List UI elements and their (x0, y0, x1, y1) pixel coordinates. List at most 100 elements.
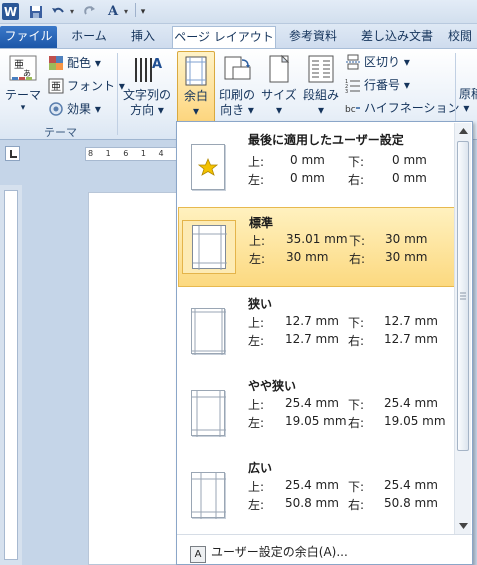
columns-label: 段組み (302, 88, 339, 102)
size-icon (264, 54, 294, 86)
right-label: 右: (348, 334, 365, 348)
manuscript-button[interactable]: 原稿 (459, 87, 477, 102)
horizontal-ruler[interactable]: 8 1 6 1 4 (85, 147, 177, 161)
tab-mailings[interactable]: 差し込み文書 (352, 26, 442, 48)
text-direction-label-1: 文字列の (122, 88, 171, 102)
tab-review[interactable]: 校閲 (448, 26, 477, 48)
right-value: 30 mm (385, 250, 428, 264)
bottom-label: 下: (348, 316, 365, 330)
line-numbers-label: 行番号 ▾ (364, 78, 410, 92)
bottom-value: 0 mm (392, 153, 427, 167)
columns-dropdown-icon: ▾ (317, 103, 325, 117)
qa-divider (135, 3, 136, 17)
line-numbers-button[interactable]: 123 行番号 ▾ (345, 75, 410, 95)
right-value: 50.8 mm (384, 496, 438, 510)
columns-button[interactable]: 段組み ▾ (301, 54, 341, 118)
undo-dropdown-icon[interactable]: ▾ (68, 3, 76, 20)
scroll-down-icon[interactable] (456, 519, 470, 533)
right-value: 12.7 mm (384, 332, 438, 346)
top-label: 上: (248, 480, 265, 494)
margin-preset-narrow[interactable]: 狭い 上: 12.7 mm 下: 12.7 mm 左: 12.7 mm 右: 1… (178, 289, 455, 369)
margin-preset-moderate[interactable]: やや狭い 上: 25.4 mm 下: 25.4 mm 左: 19.05 mm 右… (178, 371, 455, 451)
margin-preset-last-custom[interactable]: 最後に適用したユーザー設定 上: 0 mm 下: 0 mm 左: 0 mm 右:… (178, 125, 455, 205)
preset-title: 最後に適用したユーザー設定 (248, 133, 404, 147)
left-value: 0 mm (290, 171, 325, 185)
text-direction-button[interactable]: A 文字列の 方向 ▾ (121, 54, 173, 118)
tab-home[interactable]: ホーム (64, 26, 114, 48)
colors-button[interactable]: 配色 ▾ (48, 53, 101, 73)
fonts-icon: 亜 (48, 78, 64, 94)
svg-text:3: 3 (345, 89, 348, 93)
bottom-value: 12.7 mm (384, 314, 438, 328)
format-icon[interactable]: A (104, 3, 122, 20)
top-label: 上: (249, 234, 266, 248)
top-value: 35.01 mm (286, 232, 348, 246)
scroll-up-icon[interactable] (456, 124, 470, 138)
bottom-label: 下: (348, 480, 365, 494)
page-preview-icon (191, 308, 226, 355)
effects-button[interactable]: 効果 ▾ (48, 99, 101, 119)
group-separator (117, 53, 118, 135)
dropdown-scrollbar[interactable] (454, 123, 471, 534)
margins-label: 余白 (183, 89, 208, 103)
columns-icon (306, 54, 336, 86)
line-numbers-icon: 123 (345, 77, 361, 95)
tab-page-layout[interactable]: ページ レイアウト (172, 26, 276, 48)
document-page[interactable] (88, 192, 180, 565)
tab-insert[interactable]: 挿入 (120, 26, 166, 48)
bottom-label: 下: (348, 398, 365, 412)
margins-button[interactable]: 余白 ▾ (177, 51, 215, 123)
right-value: 0 mm (392, 171, 427, 185)
ruler-ticks: 8 1 6 1 4 (88, 149, 169, 158)
ribbon-tabs: ファイル ホーム 挿入 ページ レイアウト 参考資料 差し込み文書 校閲 (0, 24, 477, 48)
left-label: 左: (248, 334, 265, 348)
orientation-label-2: 向き ▾ (220, 103, 254, 117)
format-dropdown-icon[interactable]: ▾ (122, 3, 130, 20)
bottom-value: 25.4 mm (384, 478, 438, 492)
left-value: 12.7 mm (285, 332, 339, 346)
vertical-ruler[interactable] (0, 185, 22, 565)
margin-preset-wide[interactable]: 広い 上: 25.4 mm 下: 25.4 mm 左: 50.8 mm 右: 5… (178, 453, 455, 533)
margin-preset-normal[interactable]: 標準 上: 35.01 mm 下: 30 mm 左: 30 mm 右: 30 m… (178, 207, 455, 287)
tab-references[interactable]: 参考資料 (280, 26, 346, 48)
hyphenation-button[interactable]: bc ハイフネーション ▾ (345, 98, 469, 118)
preset-title: 広い (248, 461, 273, 475)
title-bar: W ▾ A ▾ ▾ (0, 0, 477, 24)
svg-text:あ: あ (23, 69, 31, 78)
breaks-button[interactable]: 区切り ▾ (345, 52, 410, 72)
left-value: 19.05 mm (285, 414, 347, 428)
theme-group-label: テーマ (44, 126, 77, 139)
left-label: 左: (248, 498, 265, 512)
tab-file[interactable]: ファイル (0, 26, 57, 48)
colors-label: 配色 ▾ (67, 56, 101, 70)
shortcut-key-badge: A (190, 546, 206, 563)
undo-icon[interactable] (50, 3, 66, 20)
fonts-button[interactable]: 亜 フォント ▾ (48, 76, 125, 96)
orientation-button[interactable]: 印刷の 向き ▾ (217, 54, 257, 118)
size-button[interactable]: サイズ ▾ (259, 54, 299, 118)
redo-icon[interactable] (82, 3, 98, 20)
customize-icon[interactable]: ▾ (138, 3, 148, 20)
tab-selector-button[interactable] (5, 146, 20, 161)
top-label: 上: (248, 398, 265, 412)
svg-text:亜: 亜 (51, 82, 61, 93)
page-preview-frame (182, 220, 236, 274)
top-value: 25.4 mm (285, 478, 339, 492)
scroll-thumb[interactable] (457, 141, 469, 451)
svg-text:A: A (152, 57, 162, 72)
custom-margins-item[interactable]: ユーザー設定の余白(A)... (177, 534, 472, 564)
vertical-ruler-track (4, 190, 18, 560)
manuscript-label: 原稿 (459, 87, 477, 101)
theme-icon: 亜あ (8, 54, 38, 86)
theme-button[interactable]: 亜あ テーマ ▾ (5, 54, 41, 113)
save-icon[interactable] (28, 3, 44, 20)
hyphenation-icon: bc (345, 100, 361, 116)
orientation-icon (222, 54, 252, 86)
word-app-icon[interactable]: W (2, 3, 19, 20)
right-label: 右: (348, 498, 365, 512)
page-preview-icon (191, 390, 226, 437)
top-label: 上: (248, 155, 265, 169)
preset-title: 狭い (248, 297, 273, 311)
right-label: 右: (349, 252, 366, 266)
left-label: 左: (249, 252, 266, 266)
